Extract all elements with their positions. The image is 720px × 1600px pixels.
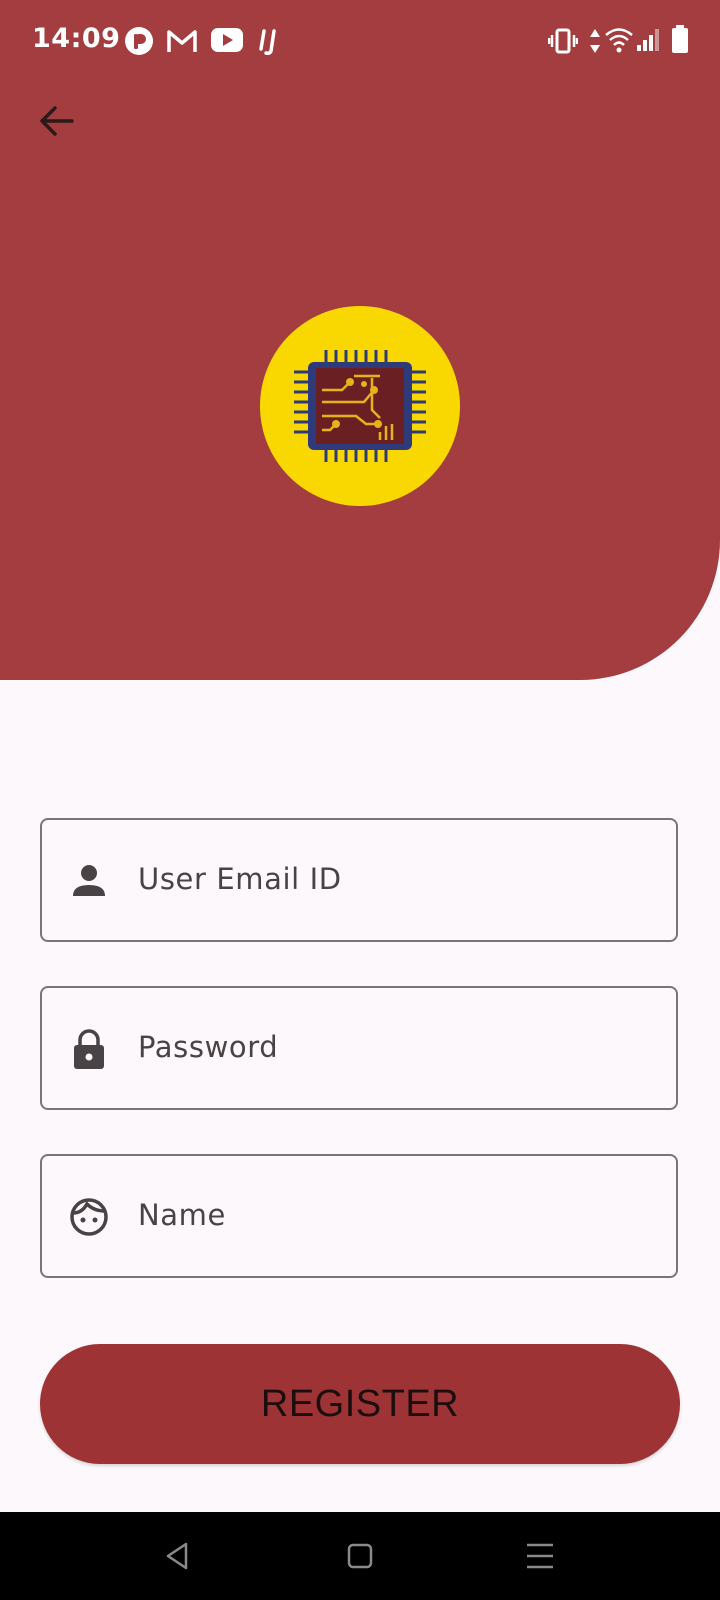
back-button[interactable] [30, 94, 84, 148]
system-nav-bar [0, 1512, 720, 1600]
signal-icon [637, 29, 659, 51]
name-field-label: Name [138, 1198, 226, 1232]
menu-lines-icon[interactable] [520, 1536, 560, 1576]
battery-icon [672, 25, 688, 53]
email-field[interactable]: User Email ID [40, 818, 678, 942]
name-field[interactable]: Name [40, 1154, 678, 1278]
youtube-icon [211, 28, 243, 52]
ij-icon [259, 29, 276, 55]
back-triangle-icon[interactable] [158, 1536, 198, 1576]
lock-icon [74, 1029, 104, 1069]
status-time: 14:09 [32, 23, 121, 54]
home-square-icon[interactable] [340, 1536, 380, 1576]
data-arrows-icon [590, 29, 600, 53]
person-icon [73, 865, 105, 896]
register-button[interactable]: REGISTER [40, 1344, 680, 1464]
password-field[interactable]: Password [40, 986, 678, 1110]
app-logo [260, 306, 460, 506]
tumblr-icon [125, 27, 153, 55]
vibrate-icon [548, 28, 578, 54]
face-icon [70, 1198, 108, 1236]
email-field-label: User Email ID [138, 862, 342, 896]
wifi-icon [605, 28, 633, 53]
arrow-left-icon [40, 106, 74, 136]
circuit-chip-icon [294, 350, 426, 462]
status-bar: 14:09 [0, 0, 720, 80]
gmail-icon [167, 30, 197, 52]
password-field-label: Password [138, 1030, 279, 1064]
